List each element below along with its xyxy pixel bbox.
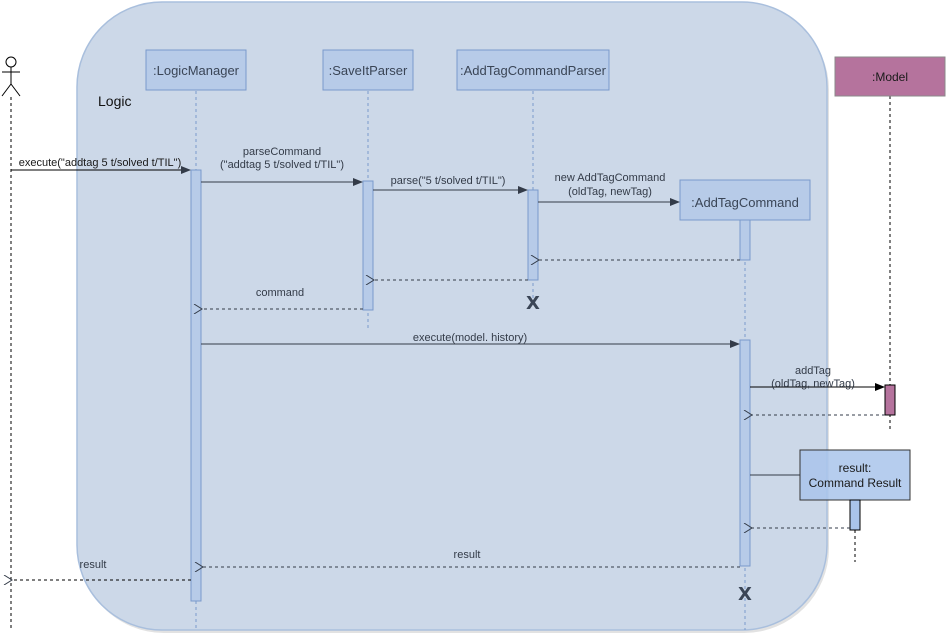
participant-addtagcommandparser[interactable]: :AddTagCommandParser xyxy=(456,49,610,91)
participant-label: :AddTagCommandParser xyxy=(460,63,607,78)
participant-label-line2: Command Result xyxy=(809,476,902,490)
actor-head xyxy=(5,56,17,68)
participant-label: :LogicManager xyxy=(153,63,240,78)
message-label: execute(model. history) xyxy=(413,332,527,344)
participant-label: :AddTagCommand xyxy=(691,195,799,210)
activation-model xyxy=(884,384,896,416)
participant-box xyxy=(799,449,911,501)
participant-commandresult[interactable]: result: Command Result xyxy=(799,449,911,501)
actor-leg-left xyxy=(1,83,12,97)
destroy-marker-addtagcommand: X xyxy=(738,584,752,605)
message-execute-command: execute("addtag 5 t/solved t/TIL") xyxy=(11,157,191,174)
message-label: execute("addtag 5 t/solved t/TIL") xyxy=(19,157,182,169)
message-label-line1: new AddTagCommand xyxy=(555,172,666,184)
message-label: parse("5 t/solved t/TIL") xyxy=(391,175,506,187)
participant-logicmanager[interactable]: :LogicManager xyxy=(145,49,247,91)
participant-saveitparser[interactable]: :SaveItParser xyxy=(322,49,414,91)
activation-addtagcommand-create xyxy=(739,219,751,261)
message-label-line1: addTag xyxy=(795,365,831,377)
message-label-line2: (oldTag, newTag) xyxy=(771,378,855,390)
participant-label: :Model xyxy=(872,70,908,84)
message-label-line2: (oldTag, newTag) xyxy=(568,186,652,198)
user-actor[interactable] xyxy=(1,56,21,97)
message-label-line1: parseCommand xyxy=(243,146,321,158)
participant-label-line1: result: xyxy=(839,461,872,475)
message-label-line2: ("addtag 5 t/solved t/TIL") xyxy=(220,159,344,171)
activation-commandresult xyxy=(849,499,861,531)
participant-label: :SaveItParser xyxy=(329,63,408,78)
logic-frame xyxy=(76,1,828,631)
sequence-diagram: Logic :LogicManager :SaveItParser :AddTa… xyxy=(1,1,946,633)
activation-saveitparser xyxy=(362,180,374,311)
message-label: result xyxy=(80,559,107,571)
participant-addtagcommand[interactable]: :AddTagCommand xyxy=(679,179,811,221)
activation-addtagcommandparser xyxy=(527,189,539,281)
participant-model[interactable]: :Model xyxy=(834,56,946,97)
destroy-marker-addtagcommandparser: X xyxy=(526,293,540,314)
activation-addtagcommand-execute xyxy=(739,339,751,567)
message-label: result xyxy=(454,549,481,561)
actor-leg-right xyxy=(10,83,21,97)
message-label: command xyxy=(256,287,304,299)
activation-logicmanager xyxy=(190,169,202,602)
logic-frame-label: Logic xyxy=(98,93,131,109)
